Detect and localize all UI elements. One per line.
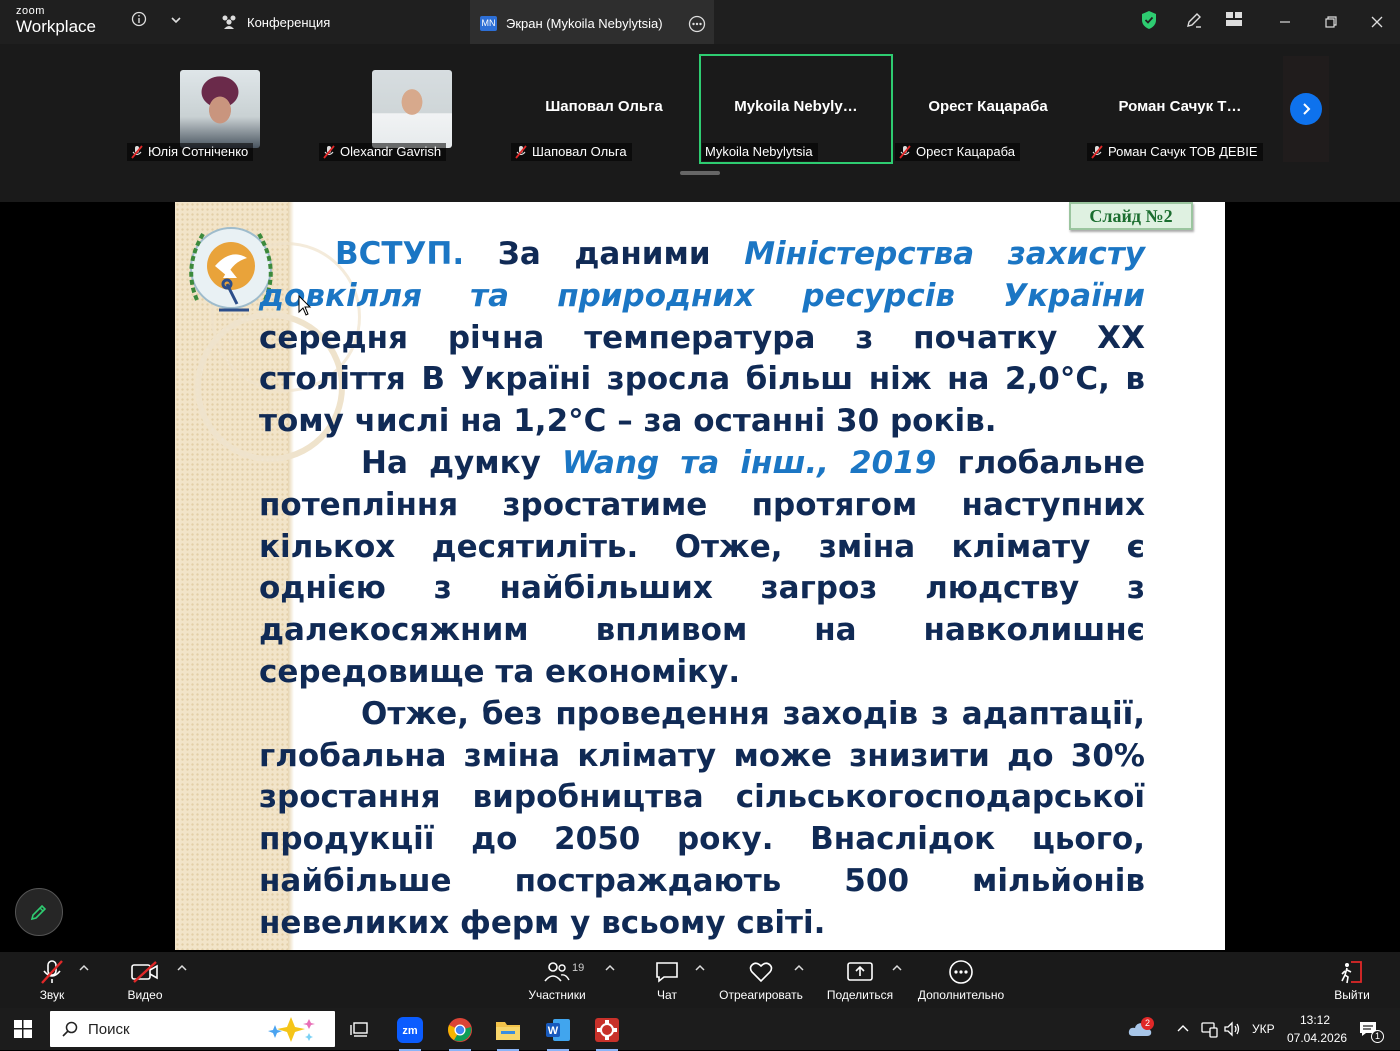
svg-text:zm: zm — [402, 1025, 418, 1037]
participant-tile[interactable]: Орест Кацараба Орест Кацараба — [893, 56, 1083, 162]
taskbar-search-box[interactable]: Поиск — [50, 1011, 335, 1047]
word-app-icon[interactable]: W — [541, 1013, 575, 1051]
participant-name-label: Olexandr Gavrish — [319, 143, 447, 161]
minimize-button[interactable] — [1262, 0, 1308, 44]
mic-muted-icon — [322, 145, 336, 159]
annotation-pencil-button[interactable] — [15, 888, 63, 936]
weather-alert-badge: 2 — [1141, 1017, 1154, 1030]
mic-muted-icon — [130, 145, 144, 159]
mn-badge: MN — [480, 15, 497, 31]
participant-name-label: Шаповал Ольга — [511, 143, 632, 161]
gallery-resize-handle[interactable] — [680, 171, 720, 175]
participant-video — [372, 70, 452, 148]
participant-name-label: Mykoila Nebylytsia — [702, 143, 818, 161]
video-off-icon — [122, 958, 168, 986]
maximize-button[interactable] — [1308, 0, 1354, 44]
slide-paragraph-1: ВСТУП. За даними Міністерства захисту до… — [259, 236, 1145, 440]
chat-options-chevron-icon[interactable] — [695, 964, 705, 975]
close-button[interactable] — [1354, 0, 1400, 44]
participant-display-name: Mykoila Nebyly… — [734, 98, 858, 115]
slide-lead-word: ВСТУП. — [335, 236, 465, 272]
slide-source-citation: Wang та інш., 2019 — [561, 444, 937, 481]
chevron-up-icon[interactable] — [1176, 1022, 1190, 1036]
file-explorer-icon[interactable] — [491, 1013, 525, 1051]
slide-body-text: ВСТУП. За даними Міністерства захисту до… — [259, 234, 1145, 945]
participant-name-label: Орест Кацараба — [895, 143, 1020, 161]
slide-paragraph-3: Отже, без проведення заходів з адаптації… — [259, 695, 1145, 941]
audio-options-chevron-icon[interactable] — [79, 964, 89, 975]
gallery-next-button[interactable] — [1290, 93, 1322, 125]
network-icon[interactable] — [1200, 1020, 1218, 1041]
participant-tile-active-speaker[interactable]: Mykoila Nebyly… Mykoila Nebylytsia — [699, 54, 893, 164]
react-options-chevron-icon[interactable] — [794, 964, 804, 975]
leave-door-icon — [1330, 958, 1374, 986]
presentation-slide: Слайд №2 ВСТУП. За даними Міністерства з… — [175, 202, 1225, 950]
chat-button[interactable]: Чат — [645, 958, 689, 1002]
windows-taskbar: Поиск zm W 2 УКР 13:12 07.04.2026 1 — [0, 1008, 1400, 1051]
mic-muted-icon — [514, 145, 528, 159]
chevron-down-icon[interactable] — [170, 12, 182, 29]
more-button[interactable]: Дополнительно — [914, 958, 1008, 1002]
view-layout-icon[interactable] — [1225, 11, 1243, 31]
mic-muted-icon — [898, 145, 912, 159]
mic-muted-icon — [1090, 145, 1104, 159]
shared-screen-area: Слайд №2 ВСТУП. За даними Міністерства з… — [0, 202, 1400, 952]
red-app-icon[interactable] — [590, 1013, 624, 1051]
slide-number-badge: Слайд №2 — [1069, 202, 1193, 230]
title-bar: zoom Workplace Конференция MN Экран (Myk… — [0, 0, 1400, 44]
input-language[interactable]: УКР — [1252, 1022, 1275, 1036]
security-shield-icon[interactable] — [1140, 10, 1158, 34]
leave-button[interactable]: Выйти — [1330, 958, 1374, 1002]
participant-display-name: Шаповал Ольга — [545, 98, 663, 115]
participant-tile[interactable]: Роман Сачук Т… Роман Сачук ТОВ ДЕВІЕ — [1085, 56, 1275, 162]
participant-gallery: Юлія Сотніченко Olexandr Gavrish Шаповал… — [0, 44, 1400, 202]
notification-count-badge: 1 — [1371, 1030, 1384, 1043]
participant-video — [180, 70, 260, 148]
annotate-pencil-icon[interactable] — [1184, 10, 1204, 34]
participant-name-label: Юлія Сотніченко — [127, 143, 254, 161]
windows-start-icon[interactable] — [14, 1020, 32, 1043]
share-options-chevron-icon[interactable] — [892, 964, 902, 975]
heart-icon — [717, 958, 805, 986]
chrome-app-icon[interactable] — [443, 1013, 477, 1051]
zoom-logo: zoom Workplace — [16, 5, 96, 36]
task-view-icon[interactable] — [343, 1013, 377, 1047]
share-upload-icon — [822, 958, 898, 986]
volume-icon[interactable] — [1223, 1020, 1241, 1041]
meeting-toolbar: Звук Видео Участники 19 Чат Отреагироват… — [0, 952, 1400, 1008]
svg-text:W: W — [548, 1025, 559, 1037]
video-button[interactable]: Видео — [122, 958, 168, 1002]
participant-display-name: Орест Кацараба — [928, 98, 1048, 115]
info-icon[interactable] — [131, 11, 147, 31]
more-options-icon[interactable] — [688, 15, 706, 36]
participant-tile[interactable]: Olexandr Gavrish — [317, 56, 507, 162]
zoom-app-icon[interactable]: zm — [393, 1013, 427, 1051]
search-icon — [62, 1021, 78, 1037]
participant-display-name: Роман Сачук Т… — [1118, 98, 1242, 115]
audio-button[interactable]: Звук — [30, 958, 74, 1002]
react-button[interactable]: Отреагировать — [717, 958, 805, 1002]
participants-icon — [220, 14, 238, 30]
participant-tile[interactable]: Шаповал Ольга Шаповал Ольга — [509, 56, 699, 162]
participant-tile[interactable]: Юлія Сотніченко — [125, 56, 315, 162]
tab-conference[interactable]: Конференция — [208, 0, 468, 44]
video-options-chevron-icon[interactable] — [177, 964, 187, 975]
participant-name-label: Роман Сачук ТОВ ДЕВІЕ — [1087, 143, 1263, 161]
participants-options-chevron-icon[interactable] — [605, 964, 615, 975]
clock[interactable]: 13:12 07.04.2026 — [1287, 1013, 1347, 1045]
chat-bubble-icon — [645, 958, 689, 986]
search-highlight-sparkle-icon — [261, 1015, 321, 1047]
pencil-icon — [30, 904, 47, 921]
slide-paragraph-2: На думку Wang та інш., 2019 глобальне по… — [259, 444, 1145, 690]
mouse-cursor-icon — [298, 294, 312, 322]
mic-muted-icon — [30, 958, 74, 986]
more-dots-icon — [914, 958, 1008, 986]
participants-count-badge: 19 — [572, 962, 585, 974]
tab-screen-share[interactable]: MN Экран (Mykoila Nebylytsia) — [470, 0, 714, 44]
share-screen-button[interactable]: Поделиться — [822, 958, 898, 1002]
